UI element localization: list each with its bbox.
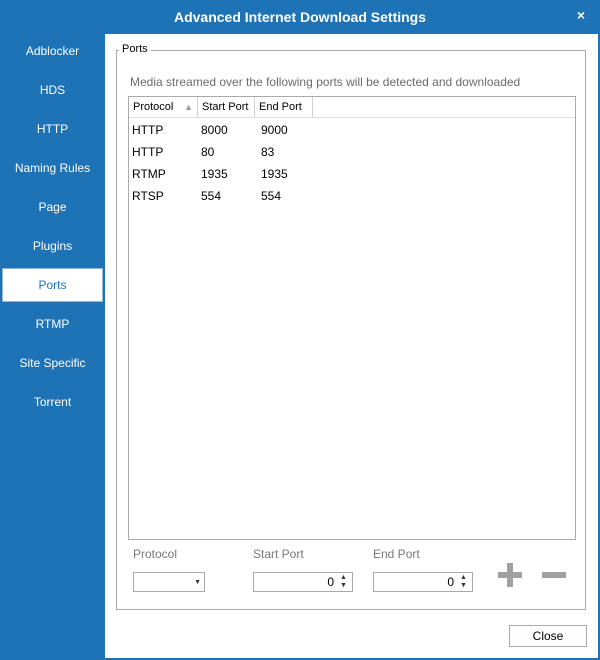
hint-text: Media streamed over the following ports … xyxy=(130,75,521,89)
start-port-stepper[interactable]: 0 ▲ ▼ xyxy=(253,572,353,592)
settings-window: Advanced Internet Download Settings × Ad… xyxy=(0,0,600,660)
close-button-label: Close xyxy=(532,629,564,643)
sidebar-item-hds[interactable]: HDS xyxy=(2,73,103,107)
sidebar-item-label: Ports xyxy=(38,278,67,292)
plus-icon xyxy=(498,563,522,587)
cell-start-port: 80 xyxy=(201,145,215,159)
column-label: Start Port xyxy=(202,101,249,113)
cell-start-port: 8000 xyxy=(201,123,228,137)
sort-ascending-icon: ▲ xyxy=(184,102,193,112)
sidebar-item-adblocker[interactable]: Adblocker xyxy=(2,34,103,68)
spin-arrows-icon[interactable]: ▲ ▼ xyxy=(460,574,470,590)
cell-end-port: 1935 xyxy=(261,167,288,181)
end-port-stepper[interactable]: 0 ▲ ▼ xyxy=(373,572,473,592)
title-bar: Advanced Internet Download Settings × xyxy=(0,0,600,34)
sidebar-item-label: Page xyxy=(38,200,67,214)
column-label: End Port xyxy=(259,101,302,113)
table-header: Protocol ▲ Start Port End Port xyxy=(129,97,575,118)
minus-icon xyxy=(542,572,566,578)
content-panel: Ports Media streamed over the following … xyxy=(105,34,598,658)
sidebar-item-torrent[interactable]: Torrent xyxy=(2,385,103,419)
sidebar-item-label: Naming Rules xyxy=(14,161,91,175)
protocol-label: Protocol xyxy=(133,547,178,561)
start-port-label: Start Port xyxy=(253,547,304,561)
sidebar-item-label: Site Specific xyxy=(19,356,86,370)
sidebar-item-plugins[interactable]: Plugins xyxy=(2,229,103,263)
cell-end-port: 83 xyxy=(261,145,275,159)
sidebar-item-label: HDS xyxy=(39,83,66,97)
protocol-select[interactable]: ▼ xyxy=(133,572,205,592)
end-port-value: 0 xyxy=(447,575,454,589)
sidebar-item-label: Adblocker xyxy=(25,44,80,58)
table-row[interactable]: RTSP 554 554 xyxy=(129,185,575,207)
spin-arrows-icon[interactable]: ▲ ▼ xyxy=(340,574,350,590)
window-title: Advanced Internet Download Settings xyxy=(173,9,427,25)
sidebar: Adblocker HDS HTTP Naming Rules Page Plu… xyxy=(0,34,105,660)
sidebar-item-naming-rules[interactable]: Naming Rules xyxy=(2,151,103,185)
sidebar-item-http[interactable]: HTTP xyxy=(2,112,103,146)
sidebar-item-ports[interactable]: Ports xyxy=(2,268,103,302)
cell-protocol: HTTP xyxy=(132,123,164,137)
remove-port-button[interactable] xyxy=(540,561,568,589)
ports-table[interactable]: Protocol ▲ Start Port End Port HTTP 8000… xyxy=(128,96,576,540)
column-label: Protocol xyxy=(133,101,174,113)
cell-protocol: RTMP xyxy=(132,167,166,181)
cell-start-port: 1935 xyxy=(201,167,228,181)
cell-start-port: 554 xyxy=(201,189,222,203)
cell-end-port: 9000 xyxy=(261,123,288,137)
add-port-button[interactable] xyxy=(496,561,524,589)
sidebar-item-page[interactable]: Page xyxy=(2,190,103,224)
sidebar-item-label: Plugins xyxy=(32,239,73,253)
sidebar-item-label: HTTP xyxy=(36,122,69,136)
table-row[interactable]: HTTP 80 83 xyxy=(129,141,575,163)
cell-end-port: 554 xyxy=(261,189,282,203)
start-port-value: 0 xyxy=(327,575,334,589)
sidebar-item-label: RTMP xyxy=(35,317,70,331)
close-button[interactable]: Close xyxy=(509,625,587,647)
column-header-start-port[interactable]: Start Port xyxy=(198,97,255,117)
end-port-label: End Port xyxy=(373,547,420,561)
cell-protocol: HTTP xyxy=(132,145,164,159)
column-header-end-port[interactable]: End Port xyxy=(255,97,313,117)
group-title: Ports xyxy=(119,43,151,55)
sidebar-item-rtmp[interactable]: RTMP xyxy=(2,307,103,341)
table-row[interactable]: HTTP 8000 9000 xyxy=(129,119,575,141)
sidebar-item-site-specific[interactable]: Site Specific xyxy=(2,346,103,380)
cell-protocol: RTSP xyxy=(132,189,164,203)
chevron-down-icon: ▼ xyxy=(194,579,201,586)
sidebar-item-label: Torrent xyxy=(33,395,72,409)
table-row[interactable]: RTMP 1935 1935 xyxy=(129,163,575,185)
close-icon[interactable]: × xyxy=(574,8,588,22)
column-header-protocol[interactable]: Protocol ▲ xyxy=(129,97,198,117)
